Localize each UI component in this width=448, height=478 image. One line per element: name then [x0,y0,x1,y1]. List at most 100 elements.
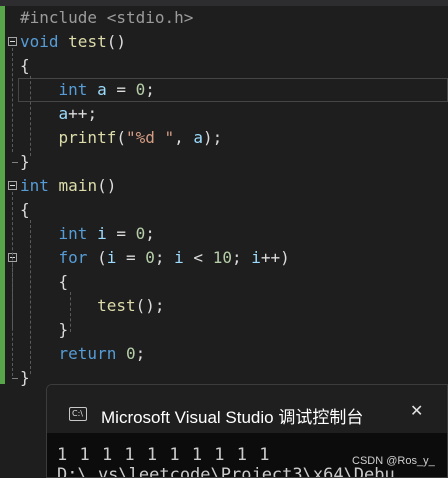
watermark: CSDN @Ros_y_ [352,455,435,467]
code-editor[interactable]: #include <stdio.h> void test() { int a =… [0,6,448,387]
code-text: for (i = 0; i < 10; i++) [20,246,290,270]
code-line-13[interactable]: test(); [0,294,448,318]
include-directive: #include <stdio.h> [20,6,193,30]
number: 10 [212,248,232,267]
identifier: i [174,248,184,267]
code-text: return 0; [20,342,146,366]
operator: ++; [68,104,98,123]
code-text: { [20,270,69,294]
keyword: int [58,224,88,243]
preprocessor-keyword: #include [20,8,107,27]
number: 0 [145,248,155,267]
outline-guide [12,264,13,328]
punctuation: ; [145,80,155,99]
collapse-icon[interactable] [8,181,17,190]
operator: < [183,248,213,267]
console-icon-label: C:\ [72,409,83,418]
function-name: test [97,296,136,315]
punctuation: ( [87,248,107,267]
code-text: int i = 0; [20,222,155,246]
punctuation: ; [135,344,146,363]
operator: ++) [260,248,290,267]
code-line-11[interactable]: for (i = 0; i < 10; i++) [0,246,448,270]
punctuation: ( [116,128,126,147]
code-text: int a = 0; [20,78,155,102]
code-text: printf("%d ", a); [20,126,223,150]
function-name: test [68,32,107,51]
code-line-1[interactable]: #include <stdio.h> [0,6,448,30]
punctuation: ; [231,248,252,267]
function-name: printf [58,128,117,147]
identifier: i [97,224,107,243]
code-line-3[interactable]: { [0,54,448,78]
code-line-8[interactable]: int main() [0,174,448,198]
code-line-15[interactable]: return 0; [0,342,448,366]
operator: = [106,80,136,99]
code-line-7[interactable]: } [0,150,448,174]
console-title: Microsoft Visual Studio 调试控制台 [101,408,364,427]
identifier: a [58,104,69,123]
punctuation: ; [154,248,175,267]
debug-console-window[interactable]: C:\ Microsoft Visual Studio 调试控制台 ✕ 1 1 … [46,384,448,478]
code-text: } [20,318,69,342]
keyword: int [20,176,49,195]
code-line-6[interactable]: printf("%d ", a); [0,126,448,150]
indent-guide [30,220,31,374]
code-line-2[interactable]: void test() [0,30,448,54]
function-name: main [58,176,98,195]
console-titlebar[interactable]: C:\ Microsoft Visual Studio 调试控制台 ✕ [47,385,447,433]
code-text: a++; [20,102,98,126]
brace: { [20,200,30,219]
code-line-4[interactable]: int a = 0; [0,78,448,102]
keyword: int [58,80,88,99]
keyword: for [58,248,88,267]
brace: } [20,152,30,171]
collapse-icon[interactable] [8,37,17,46]
brace: { [20,56,30,75]
punctuation: () [106,32,126,51]
brace: } [58,320,69,339]
identifier: a [193,128,204,147]
indent-guide [30,76,31,156]
number: 0 [125,344,136,363]
punctuation: ; [145,224,155,243]
outline-guide [12,48,13,152]
code-line-12[interactable]: { [0,270,448,294]
punctuation: , [174,128,194,147]
indent-guide [70,292,71,332]
punctuation: () [97,176,117,195]
code-line-5[interactable]: a++; [0,102,448,126]
number: 0 [135,80,146,99]
include-header: <stdio.h> [106,8,194,27]
console-output-line: 1 1 1 1 1 1 1 1 1 1 [57,445,271,465]
keyword: void [20,32,59,51]
brace: { [58,272,69,291]
code-line-10[interactable]: int i = 0; [0,222,448,246]
identifier: i [106,248,117,267]
code-text: void test() [20,30,126,54]
console-output-path: D:\_vs\leetcode\Project3\x64\Debu [57,465,395,478]
code-line-14[interactable]: } [0,318,448,342]
close-icon[interactable]: ✕ [410,401,423,420]
punctuation: ); [203,128,223,147]
code-line-9[interactable]: { [0,198,448,222]
operator: = [116,248,146,267]
brace: } [20,368,30,387]
number: 0 [135,224,146,243]
console-icon: C:\ [69,407,87,421]
identifier: a [97,80,107,99]
